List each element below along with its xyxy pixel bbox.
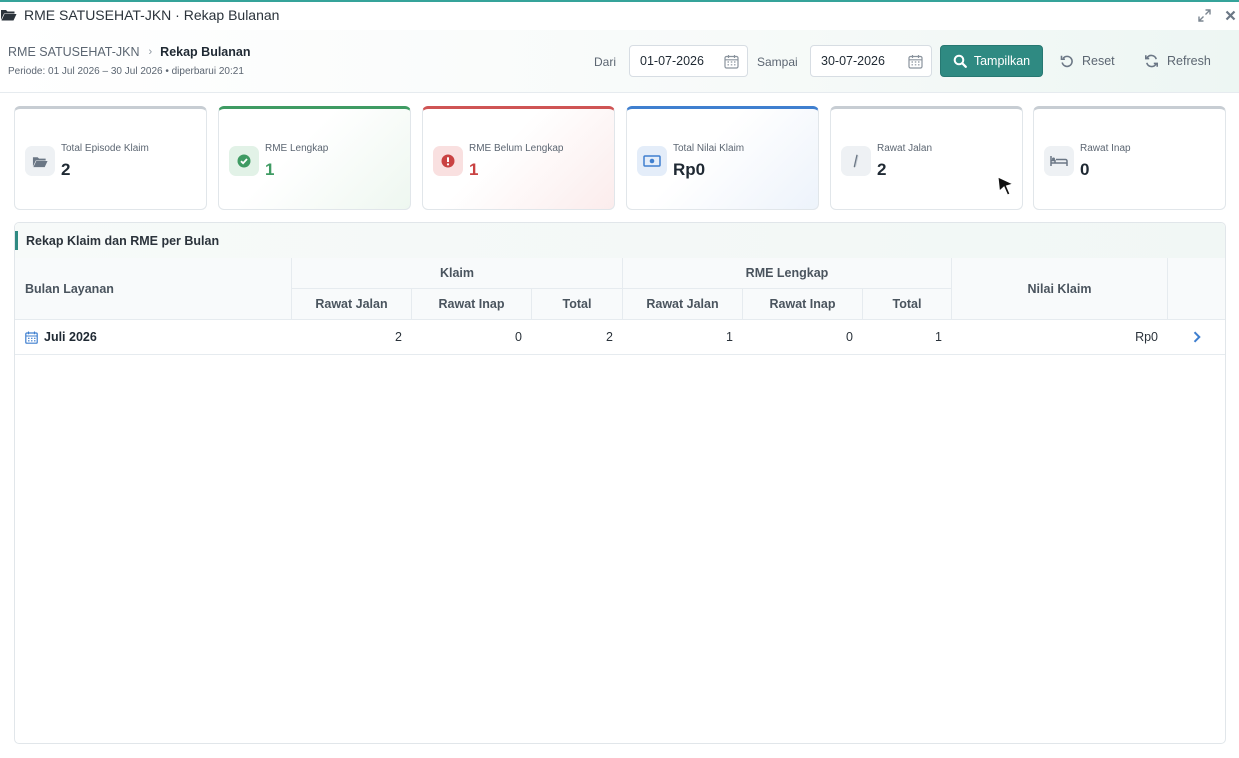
expand-icon[interactable] [1196,7,1212,23]
stat-label: Total Episode Klaim [61,143,149,154]
dari-date-value: 01-07-2026 [640,54,704,68]
folder-open-icon [25,146,55,176]
folder-open-icon [1,10,17,21]
cell-klaim-rawat-inap: 0 [515,330,522,344]
col-header-bulan[interactable]: Bulan Layanan [15,258,292,320]
exclamation-circle-icon [433,146,463,176]
search-icon [953,54,967,68]
stat-card-rme-lengkap: RME Lengkap 1 [218,106,411,210]
stat-value: 1 [469,160,479,179]
periode-text: Periode: 01 Jul 2026 – 30 Jul 2026 • dip… [8,66,244,77]
check-circle-icon [229,146,259,176]
tampilkan-label: Tampilkan [973,54,1031,68]
chevron-right-icon[interactable] [1190,329,1204,345]
breadcrumb-root-link[interactable]: RME SATUSEHAT-JKN [8,45,140,59]
col-group-rme-lengkap: RME Lengkap [623,258,952,289]
stat-value: 1 [265,160,275,179]
close-icon[interactable] [1222,7,1238,23]
row-bulan: Juli 2026 [44,330,97,344]
stat-value: 2 [877,160,887,179]
stat-label: Rawat Jalan [877,143,933,154]
stat-label: RME Lengkap [265,143,329,154]
sampai-date-input[interactable]: 30-07-2026 [810,45,932,77]
row-divider [15,354,1225,355]
stat-card-rawat-inap: Rawat Inap 0 [1033,106,1226,210]
cell-rme-rawat-inap: 0 [846,330,853,344]
dari-label: Dari [594,55,617,69]
stat-card-total-episode: Total Episode Klaim 2 [14,106,207,210]
stat-label: Total Nilai Klaim [673,143,745,154]
col-header-klaim-rawat-jalan[interactable]: Rawat Jalan [292,289,412,320]
calendar-icon [25,331,38,344]
stat-card-rme-belum-lengkap: RME Belum Lengkap 1 [422,106,615,210]
sampai-label: Sampai [757,55,798,69]
chevron-right-icon: › [148,46,153,58]
stat-value: Rp0 [673,160,706,179]
reset-button[interactable]: Reset [1060,45,1115,77]
col-header-action [1168,258,1225,320]
stat-card-rawat-jalan: Rawat Jalan 2 [830,106,1023,210]
col-header-klaim-rawat-inap[interactable]: Rawat Inap [412,289,532,320]
sync-icon [1145,54,1158,68]
dari-date-input[interactable]: 01-07-2026 [629,45,748,77]
stat-card-total-nilai: Total Nilai Klaim Rp0 [626,106,819,210]
cell-rme-total: 1 [935,330,942,344]
stat-label: RME Belum Lengkap [469,143,564,154]
stat-value: 0 [1080,160,1090,179]
panel-title: Rekap Klaim dan RME per Bulan [26,234,220,248]
panel-header: Rekap Klaim dan RME per Bulan [15,223,1225,258]
window-title: RME SATUSEHAT-JKN · Rekap Bulanan [24,7,280,23]
stat-label: Rawat Inap [1080,143,1131,154]
stat-value: 2 [61,160,71,179]
cell-klaim-rawat-jalan: 2 [395,330,402,344]
col-header-rme-rawat-jalan[interactable]: Rawat Jalan [623,289,743,320]
reset-label: Reset [1082,54,1115,68]
tampilkan-button[interactable]: Tampilkan [940,45,1043,77]
mouse-cursor-icon [997,176,1015,196]
money-bill-icon [637,146,667,176]
refresh-label: Refresh [1167,54,1211,68]
col-group-klaim: Klaim [292,258,623,289]
refresh-button[interactable]: Refresh [1144,45,1211,77]
panel-accent-bar [15,231,18,250]
window-titlebar: RME SATUSEHAT-JKN · Rekap Bulanan [0,0,1239,30]
calendar-icon[interactable] [908,54,923,69]
rekap-table-panel: Rekap Klaim dan RME per Bulan Bulan Laya… [14,222,1226,744]
bed-icon [1044,146,1074,176]
col-header-rme-total[interactable]: Total [863,289,952,320]
breadcrumb: RME SATUSEHAT-JKN › Rekap Bulanan [8,45,250,59]
walking-icon [841,146,871,176]
col-header-nilai-klaim[interactable]: Nilai Klaim [952,258,1168,320]
col-header-rme-rawat-inap[interactable]: Rawat Inap [743,289,863,320]
breadcrumb-current: Rekap Bulanan [160,45,251,59]
calendar-icon[interactable] [724,54,739,69]
sampai-date-value: 30-07-2026 [821,54,885,68]
page-header: RME SATUSEHAT-JKN › Rekap Bulanan Period… [0,30,1239,93]
col-header-klaim-total[interactable]: Total [532,289,623,320]
cell-rme-rawat-jalan: 1 [726,330,733,344]
undo-icon [1060,55,1073,68]
cell-klaim-total: 2 [606,330,613,344]
table-row[interactable]: Juli 2026 [15,320,97,354]
cell-nilai-klaim: Rp0 [1135,330,1158,344]
